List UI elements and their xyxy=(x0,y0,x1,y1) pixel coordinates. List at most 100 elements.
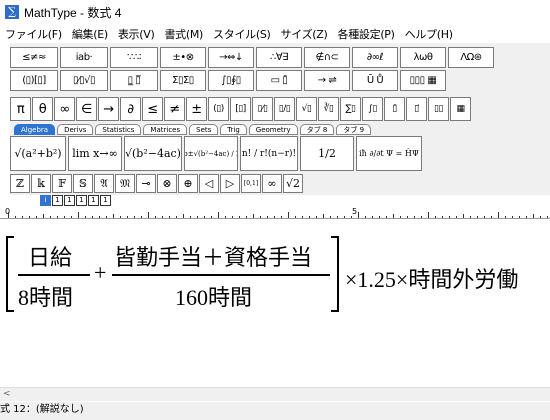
matrix-templates-button[interactable]: ▯▯▯ ▦ xyxy=(400,70,446,91)
fraktur-a-button[interactable]: 𝔄 xyxy=(94,174,114,193)
greek-lowercase-button[interactable]: λωθ xyxy=(400,47,446,68)
size-button-inline[interactable]: i xyxy=(40,195,51,206)
ruler-tick xyxy=(358,212,359,218)
integral-templates-button[interactable]: ∫▯∮▯ xyxy=(208,70,254,91)
right-triangle-button[interactable]: ▷ xyxy=(220,174,240,193)
infinity-button[interactable]: ∞ xyxy=(54,97,75,121)
logical-symbols-button[interactable]: ∴∀∃ xyxy=(256,47,302,68)
fraktur-m-button[interactable]: 𝔐 xyxy=(115,174,135,193)
bar-templates-button[interactable]: ▭ ▯̄ xyxy=(256,70,302,91)
square-root-button[interactable]: √▯ xyxy=(296,97,317,121)
ruler[interactable]: 0 5 xyxy=(0,207,550,219)
tab-matrices[interactable]: Matrices xyxy=(143,124,188,135)
left-triangle-button[interactable]: ◁ xyxy=(199,174,219,193)
ruler-tick xyxy=(400,216,401,218)
fence-templates-button[interactable]: (▯)[▯] xyxy=(10,70,58,91)
sqrt2-button[interactable]: √2 xyxy=(283,174,303,193)
plus-minus-button[interactable]: ± xyxy=(186,97,207,121)
template-schrodinger[interactable]: iħ ∂/∂t Ψ = ĤΨ xyxy=(356,136,422,171)
template-combination[interactable]: n! / r!(n−r)! xyxy=(240,136,298,171)
double-struck-z-button[interactable]: ℤ xyxy=(10,174,30,193)
size-button-1[interactable]: 1 xyxy=(52,195,63,206)
scroll-left-icon[interactable]: < xyxy=(3,389,11,399)
ruler-tick xyxy=(169,216,170,218)
matrix-button[interactable]: ▦ xyxy=(450,97,471,121)
template-limit[interactable]: lim x→∞ xyxy=(68,136,122,171)
horizontal-scrollbar[interactable]: < xyxy=(0,387,550,401)
products-set-templates-button[interactable]: Ū Ů xyxy=(352,70,398,91)
menu-style[interactable]: スタイル(S) xyxy=(208,26,275,42)
fraction-radical-templates-button[interactable]: ▯⁄▯√▯ xyxy=(60,70,108,91)
labeled-arrow-templates-button[interactable]: → ⇌ xyxy=(304,70,350,91)
fraction-button[interactable]: ▯⁄▯ xyxy=(252,97,273,121)
misc-symbols-button[interactable]: ∂∞ℓ xyxy=(352,47,398,68)
double-struck-f-button[interactable]: 𝔽 xyxy=(52,174,72,193)
size-button-2[interactable]: 1 xyxy=(64,195,75,206)
ruler-tick xyxy=(323,214,324,218)
pi-button[interactable]: π xyxy=(10,97,31,121)
nth-root-button[interactable]: ∛▯ xyxy=(318,97,339,121)
menu-help[interactable]: ヘルプ(H) xyxy=(400,26,458,42)
sum-button[interactable]: ∑▯ xyxy=(340,97,361,121)
template-discriminant[interactable]: √(b²−4ac) xyxy=(124,136,182,171)
template-quadratic-formula[interactable]: −b±√(b²−4ac) / 2a xyxy=(184,136,238,171)
not-equal-button[interactable]: ≠ xyxy=(164,97,185,121)
row-vector-button[interactable]: ▯▯ xyxy=(428,97,449,121)
template-one-half[interactable]: 1/2 xyxy=(300,136,354,171)
tab-derivs[interactable]: Derivs xyxy=(57,124,94,135)
partial-button[interactable]: ∂ xyxy=(120,97,141,121)
relational-symbols-button[interactable]: ≤≠≈ xyxy=(10,47,58,68)
circled-plus-button[interactable]: ⊕ xyxy=(178,174,198,193)
integral-button[interactable]: ∫▯ xyxy=(362,97,383,121)
tab-trig[interactable]: Trig xyxy=(220,124,247,135)
tab-statistics[interactable]: Statistics xyxy=(95,124,142,135)
size-button-3[interactable]: 1 xyxy=(76,195,87,206)
multimap-button[interactable]: ⊸ xyxy=(136,174,156,193)
size-button-4[interactable]: 1 xyxy=(88,195,99,206)
embellishments-button[interactable]: ∵∴∶ xyxy=(110,47,158,68)
tab-9[interactable]: タブ 9 xyxy=(336,124,372,135)
less-equal-button[interactable]: ≤ xyxy=(142,97,163,121)
menu-size[interactable]: サイズ(Z) xyxy=(276,26,333,42)
menu-edit[interactable]: 編集(E) xyxy=(67,26,113,42)
element-of-button[interactable]: ∈ xyxy=(76,97,97,121)
summation-templates-button[interactable]: Σ▯Σ▯ xyxy=(160,70,206,91)
fraction1-numerator: 日給 xyxy=(28,245,73,270)
equation-editor[interactable]: 日給 8時間 + 皆勤手当＋資格手当 160時間 ×1.25×時間外労働 xyxy=(0,226,550,316)
ruler-tick xyxy=(267,216,268,218)
menu-view[interactable]: 表示(V) xyxy=(113,26,160,42)
menu-bar: ファイル(F) 編集(E) 表示(V) 書式(M) スタイル(S) サイズ(Z)… xyxy=(0,24,550,43)
ruler-tick xyxy=(316,216,317,218)
interval-button[interactable]: [0,1] xyxy=(241,174,261,193)
right-arrow-button[interactable]: → xyxy=(98,97,119,121)
parentheses-button[interactable]: (▯) xyxy=(208,97,229,121)
tab-geometry[interactable]: Geometry xyxy=(248,124,298,135)
double-struck-k-button[interactable]: 𝕜 xyxy=(31,174,51,193)
double-struck-s-button[interactable]: 𝕊 xyxy=(73,174,93,193)
theta-button[interactable]: θ xyxy=(32,97,53,121)
small-infinity-button[interactable]: ∞ xyxy=(262,174,282,193)
menu-file[interactable]: ファイル(F) xyxy=(0,26,67,42)
right-bracket xyxy=(331,236,339,312)
overbar-button[interactable]: ▯̄ xyxy=(384,97,405,121)
arrow-symbols-button[interactable]: →⇔↓ xyxy=(208,47,254,68)
ruler-tick xyxy=(113,214,114,218)
vector-arrow-button[interactable]: ▯⃗ xyxy=(406,97,427,121)
size-button-5[interactable]: 1 xyxy=(100,195,111,206)
ruler-tick xyxy=(43,214,44,218)
tab-algebra[interactable]: Algebra xyxy=(14,124,56,135)
brackets-button[interactable]: [▯] xyxy=(230,97,251,121)
menu-format[interactable]: 書式(M) xyxy=(159,26,208,42)
operator-symbols-button[interactable]: ±•⊗ xyxy=(160,47,206,68)
ruler-tick xyxy=(540,216,541,218)
template-pythagoras[interactable]: √(a²+b²) xyxy=(10,136,66,171)
greek-uppercase-button[interactable]: ΛΩ⊛ xyxy=(448,47,494,68)
tab-sets[interactable]: Sets xyxy=(189,124,219,135)
circled-times-button[interactable]: ⊗ xyxy=(157,174,177,193)
spaces-ellipses-button[interactable]: i̇ab· xyxy=(60,47,108,68)
tab-8[interactable]: タブ 8 xyxy=(299,124,335,135)
subscript-templates-button[interactable]: ▯̲ ▯̅ xyxy=(110,70,158,91)
set-theory-symbols-button[interactable]: ∉∩⊂ xyxy=(304,47,350,68)
menu-preferences[interactable]: 各種設定(P) xyxy=(333,26,400,42)
slash-fraction-button[interactable]: ▯/▯ xyxy=(274,97,295,121)
